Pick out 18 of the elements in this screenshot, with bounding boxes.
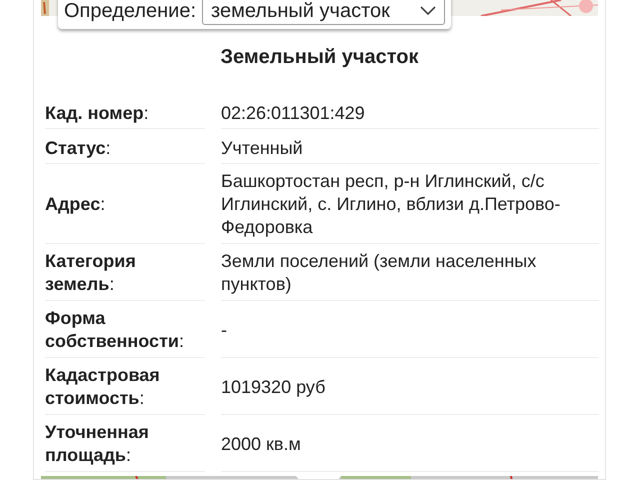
property-label: Категория земель: (45, 250, 137, 296)
card-title: Земельный участок (219, 45, 420, 70)
property-value: 1019320 руб (221, 376, 326, 398)
chevron-icon (420, 6, 436, 16)
property-label: Адрес: (45, 193, 106, 216)
property-label: Кад. номер: (45, 102, 149, 125)
property-value: Башкортостан респ, р-н Иглинский, с/с Иглинский, с. Иглино, вблизи д.Петрово-Федоровка (221, 170, 562, 239)
property-value: 02:26:011301:429 (221, 102, 365, 125)
property-value: 2000 кв.м (221, 432, 301, 456)
property-value: Земли поселений (земли населенных пунктов) (221, 250, 538, 296)
property-label: Уточненная площадь: (45, 421, 150, 467)
property-label: Статус: (45, 137, 111, 160)
property-label: Кадастровая стоимость: (45, 364, 161, 410)
property-value: Учтенный (221, 137, 303, 160)
definition-select[interactable]: земельный участок (202, 0, 445, 25)
property-value: - (221, 318, 227, 342)
field-label: Определение: (64, 0, 196, 24)
property-label: Форма собственности: (45, 307, 185, 353)
